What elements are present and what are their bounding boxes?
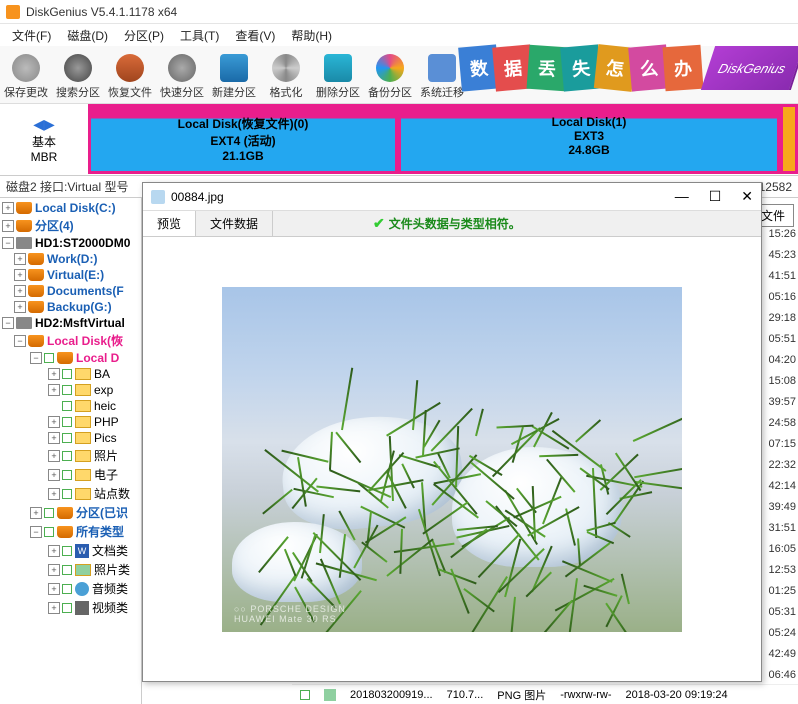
tb-backup[interactable]: 备份分区 (364, 50, 416, 100)
file-row[interactable]: 20180320091​9... 710.7... PNG 图片 -rwxrw-… (292, 684, 798, 704)
tb-format[interactable]: 格式化 (260, 50, 312, 100)
title-bar: DiskGenius V5.4.1.1178 x64 (0, 0, 798, 24)
preview-filename: 00884.jpg (171, 190, 224, 204)
tab-preview[interactable]: 预览 (143, 211, 196, 236)
window-title: DiskGenius V5.4.1.1178 x64 (26, 5, 177, 19)
tb-quick[interactable]: 快速分区 (156, 50, 208, 100)
promo-banner[interactable]: 数 据 丢 失 怎 么 办 DiskGenius (464, 46, 798, 104)
menu-tools[interactable]: 工具(T) (172, 25, 227, 46)
preview-window: 00884.jpg — ☐ ✕ 预览 文件数据 文件头数据与类型相符。 ○○ P… (142, 182, 762, 682)
close-button[interactable]: ✕ (741, 188, 753, 205)
menu-bar: 文件(F) 磁盘(D) 分区(P) 工具(T) 查看(V) 帮助(H) (0, 24, 798, 46)
tb-save[interactable]: 保存更改 (0, 50, 52, 100)
promo-brand: DiskGenius (701, 46, 798, 90)
preview-titlebar[interactable]: 00884.jpg — ☐ ✕ (143, 183, 761, 211)
menu-help[interactable]: 帮助(H) (283, 25, 340, 46)
tb-recover[interactable]: 恢复文件 (104, 50, 156, 100)
partition-1[interactable]: Local Disk(1)EXT324.8GB (398, 104, 780, 174)
toolbar: 保存更改 搜索分区 恢复文件 快速分区 新建分区 格式化 删除分区 备份分区 系… (0, 46, 798, 104)
preview-image: ○○ PORSCHE DESIGNHUAWEI Mate 30 RS (222, 287, 682, 632)
minimize-button[interactable]: — (675, 188, 689, 205)
time-column: 15:2645:2341:5105:1629:1805:5104:2015:08… (768, 228, 796, 690)
menu-partition[interactable]: 分区(P) (116, 25, 172, 46)
partition-0[interactable]: Local Disk(恢复文件)(0)EXT4 (活动)21.1GB (88, 104, 398, 174)
tree-panel[interactable]: +Local Disk(C:) +分区(4) −HD1:ST2000DM0 +W… (0, 198, 142, 704)
tb-delete[interactable]: 删除分区 (312, 50, 364, 100)
file-icon (151, 190, 165, 204)
nav-arrows[interactable]: ◀▶ (33, 116, 55, 133)
tb-new[interactable]: 新建分区 (208, 50, 260, 100)
disk-map: ◀▶ 基本 MBR Local Disk(恢复文件)(0)EXT4 (活动)21… (0, 104, 798, 176)
menu-view[interactable]: 查看(V) (227, 25, 283, 46)
tab-filedata[interactable]: 文件数据 (196, 211, 273, 236)
maximize-button[interactable]: ☐ (709, 188, 722, 205)
tb-search[interactable]: 搜索分区 (52, 50, 104, 100)
menu-file[interactable]: 文件(F) (4, 25, 59, 46)
header-match-msg: 文件头数据与类型相符。 (373, 215, 521, 232)
app-icon (6, 5, 20, 19)
menu-disk[interactable]: 磁盘(D) (59, 25, 116, 46)
partition-edge[interactable] (780, 104, 798, 174)
